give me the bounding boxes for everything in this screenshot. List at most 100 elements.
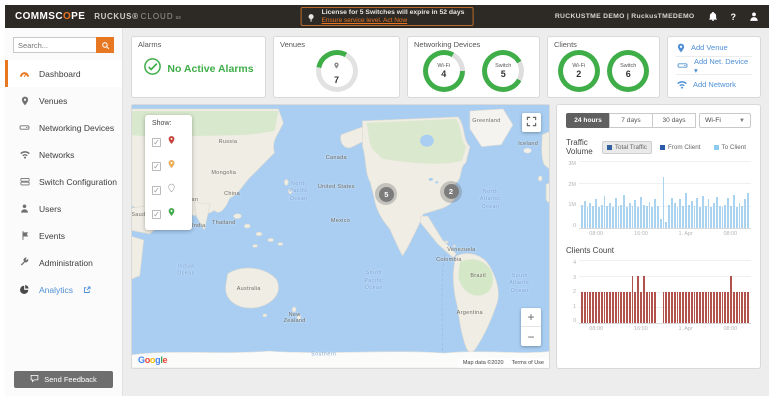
action-add-venue[interactable]: Add Venue — [676, 39, 752, 57]
world-map[interactable]: RussiaMongoliaChinaAfghanistanPakistanIn… — [131, 104, 550, 369]
sidebar-item-venues[interactable]: Venues — [5, 87, 122, 114]
wifi-icon — [18, 149, 31, 160]
tab-30-days[interactable]: 30 days — [652, 113, 696, 128]
action-label: Add Net. Device ▾ — [694, 57, 752, 75]
clients-count-title: Clients Count — [566, 246, 751, 255]
traffic-volume-header: Traffic Volume Total TrafficFrom ClientT… — [566, 138, 751, 156]
terms-of-use-link[interactable]: Terms of Use — [512, 360, 544, 366]
pin-icon — [18, 95, 31, 107]
user-profile-icon[interactable] — [749, 11, 759, 22]
alarms-card-title: Alarms — [138, 40, 259, 49]
ruckus-wordmark: RUCKUS® — [94, 12, 138, 21]
donut-value: 4 — [441, 69, 446, 79]
action-add-network[interactable]: Add Network — [676, 75, 752, 93]
cloud-region-label: us — [176, 15, 181, 21]
alarms-card: Alarms No Active Alarms — [131, 36, 266, 98]
clients-card: Clients Wi-Fi2Switch6 — [547, 36, 660, 98]
gauge-icon — [18, 68, 31, 80]
search-input[interactable] — [13, 37, 96, 53]
action-add-net-device-[interactable]: Add Net. Device ▾ — [676, 57, 752, 75]
clients-card-title: Clients — [554, 40, 653, 49]
sidebar-item-label: Switch Configuration — [39, 177, 117, 187]
pin-filter-checkbox[interactable]: ✓ — [152, 162, 161, 171]
donut-value: 6 — [626, 69, 631, 79]
sidebar-item-label: Networks — [39, 150, 74, 160]
pin-filter-checkbox[interactable]: ✓ — [152, 186, 161, 195]
map-cluster-marker[interactable]: 2 — [440, 181, 462, 203]
legend-chip-from-client[interactable]: From Client — [655, 141, 706, 154]
clients-donuts: Wi-Fi2Switch6 — [554, 50, 653, 92]
device-type-dropdown[interactable]: Wi-Fi ▼ — [699, 113, 751, 128]
legend-label: From Client — [668, 144, 701, 151]
map-zoom-control: + − — [521, 308, 541, 346]
sidebar-item-label: Users — [39, 204, 61, 214]
switch-icon — [18, 176, 31, 187]
action-label: Add Network — [693, 80, 736, 89]
speech-bubble-icon — [30, 374, 39, 385]
map-pin-icon — [167, 133, 176, 151]
device-type-value: Wi-Fi — [705, 117, 721, 124]
map-cluster-marker[interactable]: 5 — [375, 183, 397, 205]
commscope-wordmark: COMMSCOPE — [15, 11, 85, 22]
license-warning-text: License for 5 Switches will expire in 52… — [322, 9, 465, 17]
sidebar-item-switch-configuration[interactable]: Switch Configuration — [5, 168, 122, 195]
notifications-bell-icon[interactable] — [708, 11, 718, 22]
topbar: COMMSCOPE RUCKUS® CLOUD us License for 5… — [5, 5, 769, 28]
pin-filter-checkbox[interactable]: ✓ — [152, 138, 161, 147]
chart-bars — [579, 161, 751, 228]
legend-label: Total Traffic — [615, 144, 647, 151]
legend-swatch — [607, 145, 612, 150]
donut-value: 5 — [501, 69, 506, 79]
sidebar-item-label: Venues — [39, 96, 67, 106]
sidebar-item-label: Networking Devices — [39, 123, 114, 133]
app-window: COMMSCOPE RUCKUS® CLOUD us License for 5… — [5, 5, 769, 396]
sidebar-item-dashboard[interactable]: Dashboard — [5, 60, 122, 87]
sidebar-item-networks[interactable]: Networks — [5, 141, 122, 168]
tab-24-hours[interactable]: 24 hours — [566, 113, 610, 128]
help-icon[interactable]: ? — [731, 12, 737, 22]
quick-actions-card: Add VenueAdd Net. Device ▾ Add Network — [667, 36, 761, 98]
cluster-count: 5 — [384, 190, 388, 199]
topbar-account-area: RUCKUSTME DEMO | RuckusTMEDEMO ? — [555, 11, 759, 22]
main-content: Alarms No Active Alarms Venues 7 — [123, 28, 769, 396]
show-label: Show: — [152, 120, 185, 127]
sidebar-item-label: Administration — [39, 258, 93, 268]
wrench-icon — [18, 257, 31, 268]
donut-wi-fi: Wi-Fi4 — [423, 50, 465, 92]
ap-icon — [676, 60, 689, 71]
search-button[interactable] — [96, 37, 114, 53]
networking-devices-donuts: Wi-Fi4Switch5 — [414, 50, 533, 92]
donut-switch: Switch6 — [607, 50, 649, 92]
sidebar-item-analytics[interactable]: Analytics — [5, 276, 122, 303]
sidebar-item-administration[interactable]: Administration — [5, 249, 122, 276]
pin-filter-checkbox[interactable]: ✓ — [152, 210, 161, 219]
legend-chip-to-client[interactable]: To Client — [709, 141, 752, 154]
external-link-icon — [83, 286, 91, 294]
cloud-wordmark: CLOUD — [141, 12, 174, 21]
cluster-count: 2 — [449, 187, 453, 196]
user-icon — [18, 203, 31, 214]
sidebar-item-label: Dashboard — [39, 69, 81, 79]
sidebar-item-label: Events — [39, 231, 65, 241]
pie-icon — [18, 284, 31, 295]
google-logo[interactable]: Google — [138, 355, 167, 365]
check-circle-icon — [143, 57, 162, 81]
tab-7-days[interactable]: 7 days — [609, 113, 653, 128]
legend-chip-total-traffic[interactable]: Total Traffic — [602, 141, 652, 154]
venues-donut: 7 — [316, 50, 358, 92]
map-fullscreen-button[interactable] — [522, 113, 541, 132]
sidebar-item-users[interactable]: Users — [5, 195, 122, 222]
zoom-out-button[interactable]: − — [521, 327, 541, 346]
flag-icon — [18, 230, 31, 241]
ap-icon — [18, 122, 31, 133]
sidebar-item-networking-devices[interactable]: Networking Devices — [5, 114, 122, 141]
pin-icon — [676, 42, 686, 54]
sidebar-item-events[interactable]: Events — [5, 222, 122, 249]
send-feedback-button[interactable]: Send Feedback — [14, 371, 113, 388]
account-name[interactable]: RUCKUSTME DEMO | RuckusTMEDEMO — [555, 13, 695, 20]
zoom-in-button[interactable]: + — [521, 308, 541, 327]
alarms-status-text: No Active Alarms — [167, 63, 253, 75]
map-data-credit: Map data ©2020 — [463, 360, 504, 366]
license-act-now-link[interactable]: Ensure service level. Act Now — [322, 17, 465, 25]
map-pin-icon — [167, 205, 176, 223]
